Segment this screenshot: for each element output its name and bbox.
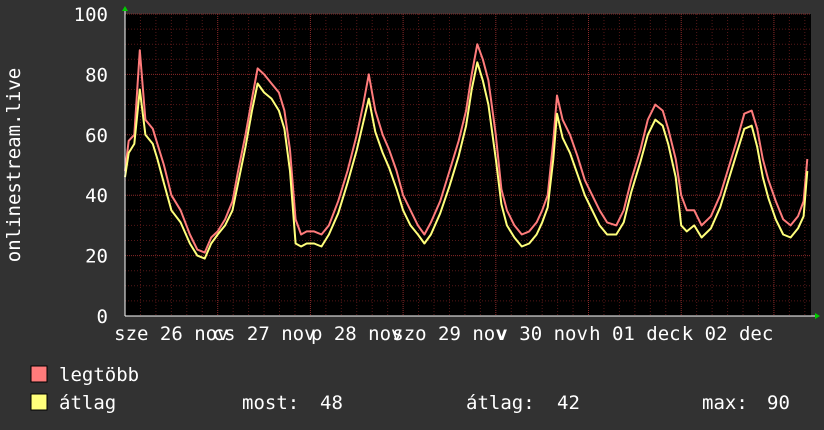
x-axis-arrow <box>815 313 820 319</box>
x-tick-label: cs 27 nov <box>213 323 316 345</box>
chart: 0 20 40 60 80 100 sze 26 novcs 27 novp 28 nov… <box>3 4 820 414</box>
legend-label-avg: átlag <box>59 392 116 414</box>
xtick-layer: sze 26 novcs 27 novp 28 novszo 29 novv 3… <box>114 323 773 345</box>
stat-max-label: max: <box>702 392 748 414</box>
stat-max-value: 90 <box>767 392 790 414</box>
y-axis-label: onlinestream.live <box>3 68 25 262</box>
x-tick-label: p 28 nov <box>311 323 403 345</box>
stat-atlag-label: átlag: <box>466 392 535 414</box>
y-tick-label: 20 <box>85 246 108 268</box>
stat-most-value: 48 <box>320 392 343 414</box>
y-axis-arrow <box>122 6 128 11</box>
stat-atlag-value: 42 <box>557 392 580 414</box>
y-tick-label: 60 <box>85 125 108 147</box>
stats: most: 48 átlag: 42 max: 90 <box>242 392 790 414</box>
y-tick-label: 40 <box>85 185 108 207</box>
x-tick-label: h 01 dec <box>589 323 681 345</box>
legend-label-max: legtöbb <box>59 364 139 386</box>
ytick-layer: 0 20 40 60 80 100 <box>74 4 108 328</box>
x-tick-label: szo 29 nov <box>392 323 506 345</box>
x-tick-label: v 30 nov <box>496 323 588 345</box>
y-tick-label: 0 <box>97 306 108 328</box>
y-tick-label: 100 <box>74 4 108 26</box>
legend-swatch-avg <box>30 393 48 411</box>
x-tick-label: sze 26 nov <box>114 323 228 345</box>
stat-most-label: most: <box>242 392 299 414</box>
legend: legtöbb átlag <box>30 364 139 414</box>
x-tick-label: k 02 dec <box>682 323 774 345</box>
y-tick-label: 80 <box>85 64 108 86</box>
legend-swatch-max <box>30 365 48 383</box>
